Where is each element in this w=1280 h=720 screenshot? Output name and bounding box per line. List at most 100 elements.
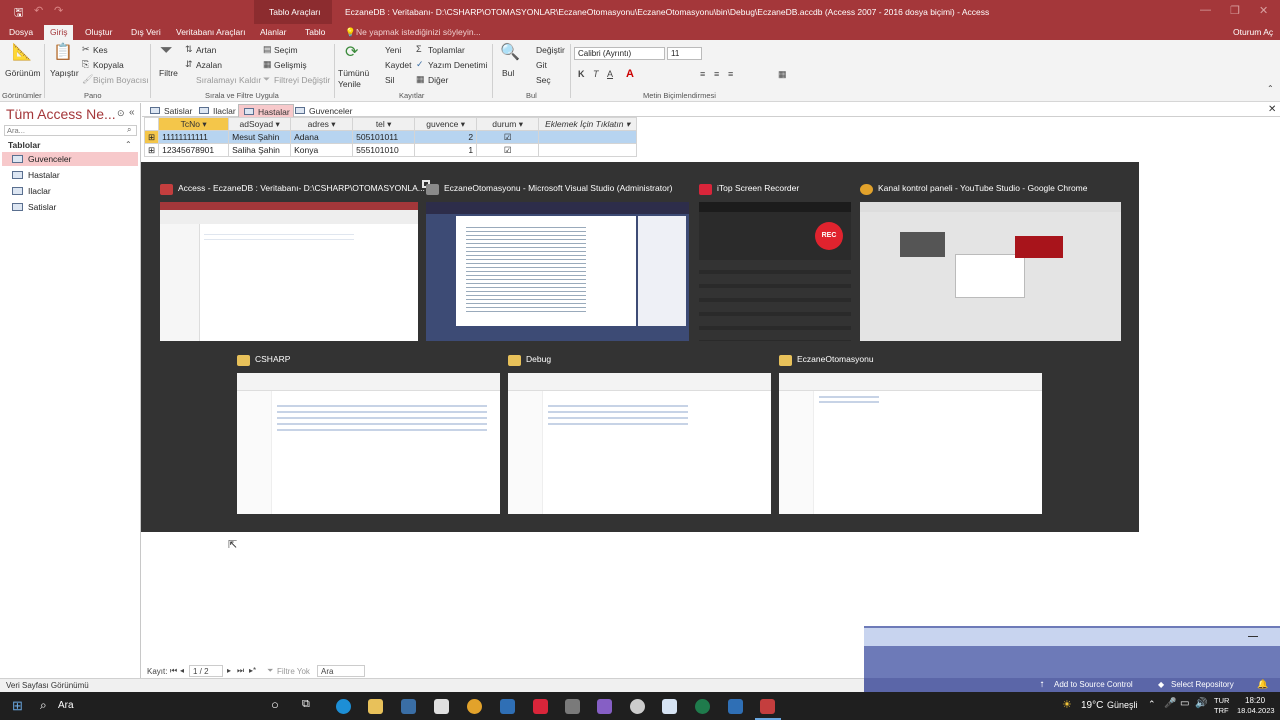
filter-status[interactable]: Filtre Yok	[277, 667, 310, 676]
checkbox[interactable]: ☑	[476, 130, 540, 144]
volume-icon[interactable]: 🔊	[1195, 698, 1207, 709]
access-icon[interactable]	[760, 699, 775, 714]
replace-button[interactable]: Değiştir	[536, 45, 565, 55]
align-center-icon[interactable]: ≡	[714, 69, 719, 79]
paste-button[interactable]: Yapıştır	[50, 68, 79, 78]
close-tab-icon[interactable]: ✕	[1268, 104, 1276, 115]
battery-icon[interactable]: ▭	[1180, 698, 1189, 709]
app-icon[interactable]	[695, 699, 710, 714]
cell[interactable]: 2	[414, 130, 478, 144]
column-header-durum[interactable]: durum ▾	[476, 117, 540, 131]
first-record-icon[interactable]: ⏮	[170, 666, 177, 676]
tab-tablo[interactable]: Tablo	[305, 27, 325, 37]
nav-item-satislar[interactable]: Satislar	[2, 200, 138, 214]
column-header-add-field[interactable]: Eklemek İçin Tıklatın ▾	[538, 117, 638, 131]
cell[interactable]	[538, 143, 638, 157]
app-icon[interactable]	[728, 699, 743, 714]
chevron-up-icon[interactable]: ⌃	[125, 140, 132, 149]
italic-icon[interactable]: T	[593, 69, 599, 79]
sign-in-link[interactable]: Oturum Aç	[1233, 27, 1273, 37]
nav-item-guvenceler[interactable]: Guvenceler	[2, 152, 138, 166]
goto-button[interactable]: Git	[536, 60, 547, 70]
column-header-tel[interactable]: tel ▾	[352, 117, 416, 131]
undo-icon[interactable]: ↶	[34, 4, 43, 17]
store-icon[interactable]	[401, 699, 416, 714]
table-row[interactable]: ⊞ 11111111111 Mesut Şahin Adana 50510101…	[143, 130, 638, 144]
microphone-icon[interactable]: 🎤	[1164, 698, 1176, 709]
cell[interactable]: Mesut Şahin	[228, 130, 292, 144]
gridlines-icon[interactable]: ▦	[778, 69, 787, 80]
clock-time[interactable]: 18:20	[1245, 696, 1265, 705]
app-icon[interactable]	[500, 699, 515, 714]
refresh-icon[interactable]: ⟳	[345, 42, 358, 62]
tab-dosya[interactable]: Dosya	[9, 27, 33, 37]
checkbox[interactable]: ☑	[476, 143, 540, 157]
add-to-source-control-button[interactable]: Add to Source Control	[1054, 680, 1133, 689]
cortana-icon[interactable]: ○	[271, 697, 279, 712]
record-position-input[interactable]: 1 / 2	[189, 665, 223, 677]
column-header-adsoyad[interactable]: adSoyad ▾	[228, 117, 292, 131]
close-icon[interactable]: ✕	[1259, 4, 1268, 17]
row-selector[interactable]: ⊞	[143, 143, 160, 157]
tab-giris[interactable]: Giriş	[44, 25, 74, 40]
bell-icon[interactable]: 🔔	[1257, 679, 1268, 690]
delete-record-button[interactable]: Sil	[385, 75, 394, 85]
chevron-up-icon[interactable]: ⌃	[1148, 699, 1156, 710]
cell[interactable]: Saliha Şahin	[228, 143, 292, 157]
align-left-icon[interactable]: ≡	[700, 69, 705, 79]
nav-menu-icon[interactable]: ⊙	[117, 108, 125, 119]
cell[interactable]: 505101011	[352, 130, 416, 144]
shutter-bar-icon[interactable]: «	[129, 107, 135, 118]
clock-date[interactable]: 18.04.2023	[1237, 706, 1275, 715]
cell[interactable]: 11111111111	[158, 130, 230, 144]
collapse-ribbon-icon[interactable]: ⌃	[1267, 84, 1274, 93]
spelling-button[interactable]: Yazım Denetimi	[428, 60, 487, 70]
find-button[interactable]: Bul	[502, 68, 514, 78]
tell-me-input[interactable]: Ne yapmak istediğinizi söyleyin...	[356, 27, 481, 37]
minimize-icon[interactable]: —	[1200, 4, 1211, 16]
underline-icon[interactable]: A	[607, 69, 613, 79]
table-row[interactable]: ⊞ 12345678901 Saliha Şahin Konya 5551010…	[143, 143, 638, 157]
cell[interactable]: Konya	[290, 143, 354, 157]
nav-pane-title[interactable]: Tüm Access Ne...	[6, 106, 116, 122]
itop-recorder-icon[interactable]	[533, 699, 548, 714]
selection-button[interactable]: Seçim	[274, 45, 298, 55]
previous-record-icon[interactable]: ◂	[180, 666, 184, 675]
filter-icon[interactable]: ⏷	[160, 42, 173, 60]
find-icon[interactable]: 🔍	[500, 42, 520, 62]
weather-text[interactable]: Güneşli	[1107, 700, 1138, 710]
visual-studio-icon[interactable]	[597, 699, 612, 714]
font-color-icon[interactable]: A	[626, 68, 634, 80]
next-record-icon[interactable]: ▸	[227, 666, 231, 675]
doc-tab-satislar[interactable]: Satislar	[145, 104, 192, 117]
font-name-select[interactable]: Calibri (Ayrıntı)	[574, 47, 665, 60]
tab-dis-veri[interactable]: Dış Veri	[131, 27, 161, 37]
cell[interactable]: 12345678901	[158, 143, 230, 157]
file-explorer-icon[interactable]	[368, 699, 383, 714]
task-view-icon[interactable]: ⧉	[302, 698, 310, 711]
bold-icon[interactable]: K	[578, 69, 585, 79]
remove-sort-button[interactable]: Sıralamayı Kaldır	[196, 75, 261, 85]
font-size-select[interactable]: 11	[667, 47, 702, 60]
record-search-input[interactable]: Ara	[317, 665, 365, 677]
view-button[interactable]: Görünüm	[5, 68, 40, 78]
ascending-button[interactable]: Artan	[196, 45, 216, 55]
more-button[interactable]: Diğer	[428, 75, 448, 85]
chrome-icon[interactable]	[467, 699, 482, 714]
paste-icon[interactable]: 📋	[53, 42, 73, 62]
maximize-icon[interactable]: ❐	[1230, 4, 1240, 17]
new-record-button[interactable]: Yeni	[385, 45, 401, 55]
language-primary[interactable]: TUR	[1214, 696, 1229, 705]
cut-button[interactable]: Kes	[93, 45, 108, 55]
edge-icon[interactable]	[336, 699, 351, 714]
column-header-tcno[interactable]: TcNo ▾	[158, 117, 230, 131]
toggle-filter-button[interactable]: Filtreyi Değiştir	[274, 75, 330, 85]
language-secondary[interactable]: TRF	[1214, 706, 1229, 715]
nav-item-ilaclar[interactable]: Ilaclar	[2, 184, 138, 198]
last-record-icon[interactable]: ⏭	[237, 666, 244, 676]
doc-tab-hastalar[interactable]: Hastalar	[238, 104, 294, 117]
align-right-icon[interactable]: ≡	[728, 69, 733, 79]
cell[interactable]	[538, 130, 638, 144]
column-header-adres[interactable]: adres ▾	[290, 117, 354, 131]
doc-tab-ilaclar[interactable]: Ilaclar	[194, 104, 236, 117]
